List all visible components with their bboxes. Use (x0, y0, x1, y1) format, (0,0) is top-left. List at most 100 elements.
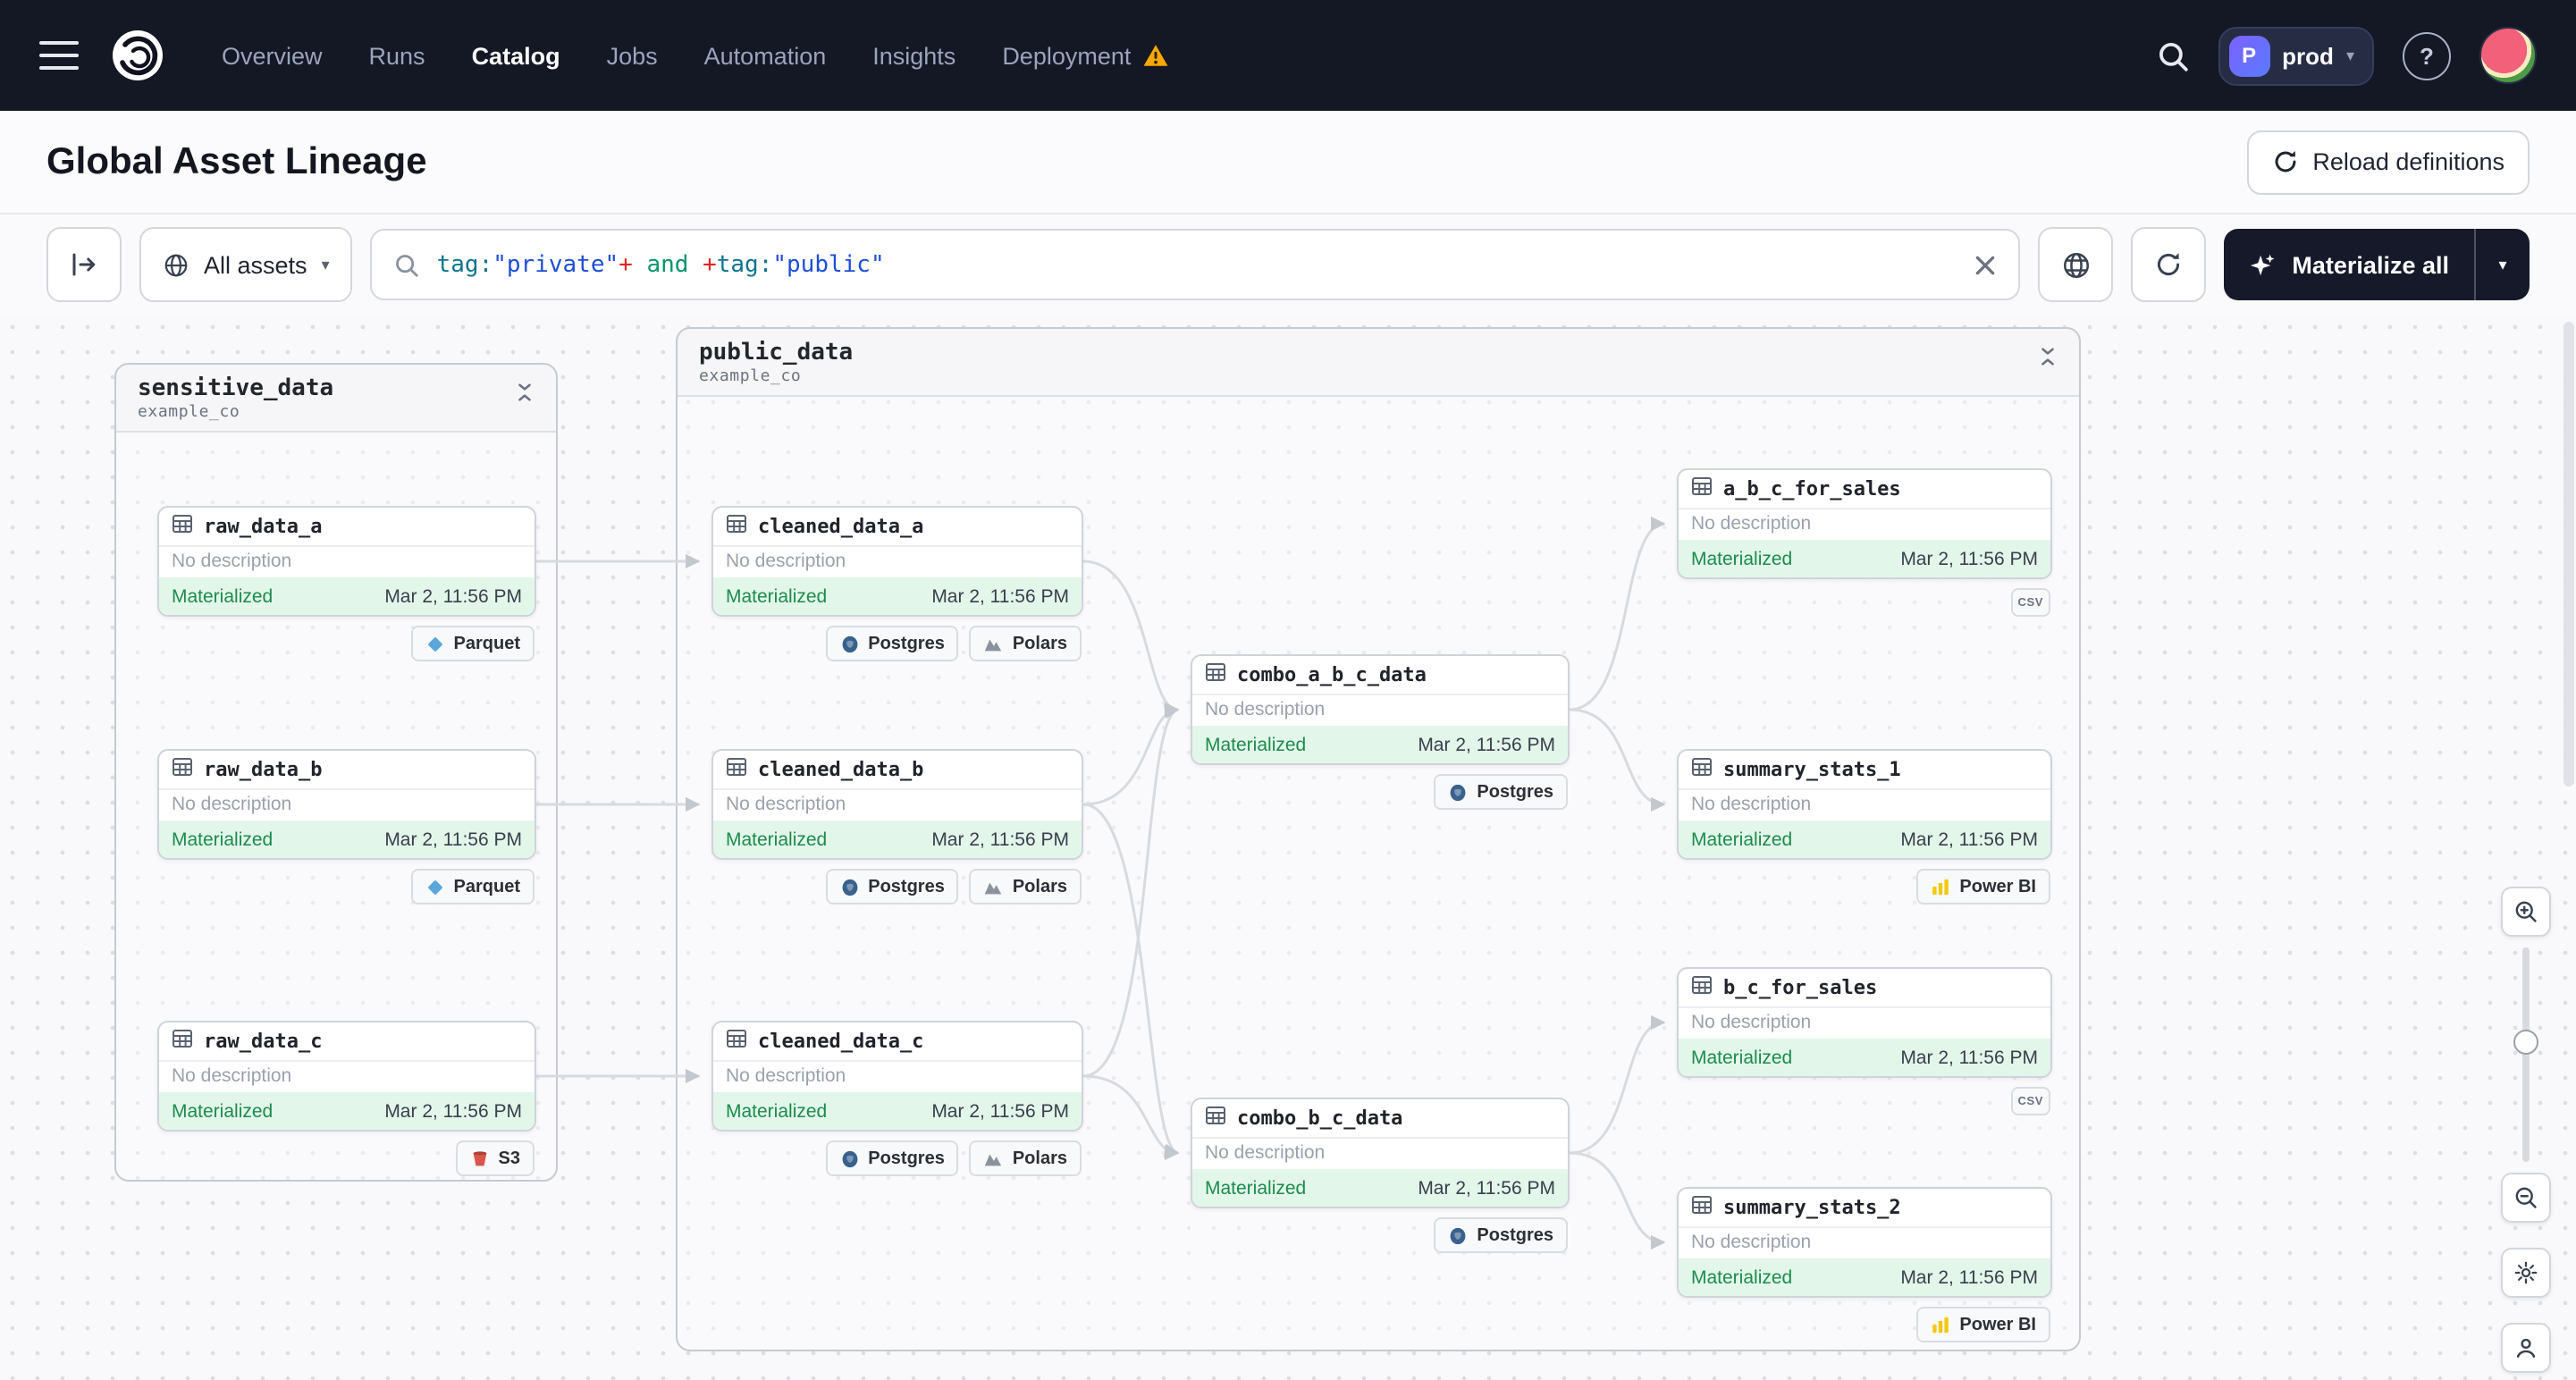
scrollbar-thumb[interactable] (2563, 322, 2574, 787)
kind-badge-polars[interactable]: Polars (969, 869, 1082, 905)
asset-node-combo-a-b-c-data[interactable]: combo_a_b_c_data No description Material… (1191, 654, 1570, 810)
asset-status-row: Materialized Mar 2, 11:56 PM (1679, 1039, 2050, 1076)
asset-name: cleaned_data_c (758, 1030, 924, 1053)
asset-status-row: Materialized Mar 2, 11:56 PM (713, 820, 1082, 858)
status-label: Materialized (1691, 1266, 1793, 1288)
kind-badge-postgres[interactable]: Postgres (825, 626, 959, 661)
zoom-slider[interactable] (2503, 947, 2549, 1162)
zoom-out-button[interactable] (2501, 1173, 2551, 1223)
status-label: Materialized (1205, 734, 1307, 755)
asset-status-row: Materialized Mar 2, 11:56 PM (1679, 540, 2050, 577)
asset-description: No description (1691, 1232, 1812, 1253)
status-label: Materialized (172, 829, 274, 850)
kind-badge-parquet[interactable]: Parquet (410, 626, 535, 661)
refresh-button[interactable] (2131, 227, 2207, 302)
postgres-icon (1450, 1226, 1466, 1244)
query-token: "private" (492, 251, 619, 278)
asset-description: No description (172, 794, 292, 815)
asset-node-a-b-c-for-sales[interactable]: a_b_c_for_sales No description Materiali… (1677, 468, 2052, 617)
nav-item-jobs[interactable]: Jobs (607, 42, 658, 69)
kind-badge-label: Postgres (1477, 1225, 1553, 1245)
table-icon (1691, 1191, 1713, 1224)
asset-selection-query[interactable]: tag:"private"+ and +tag:"public" (437, 251, 1958, 278)
hamburger-menu-icon[interactable] (39, 41, 79, 70)
kind-badge-postgres[interactable]: Postgres (1434, 1217, 1568, 1253)
asset-status-row: Materialized Mar 2, 11:56 PM (159, 577, 535, 615)
kind-badge-s3[interactable]: S3 (455, 1140, 535, 1176)
status-timestamp: Mar 2, 11:56 PM (1900, 1047, 2038, 1068)
asset-node-b-c-for-sales[interactable]: b_c_for_sales No description Materialize… (1677, 967, 2052, 1115)
asset-description: No description (172, 551, 292, 572)
kind-badge-polars[interactable]: Polars (969, 626, 1082, 661)
kind-badge-label: S3 (498, 1149, 520, 1168)
asset-selection-input[interactable]: tag:"private"+ and +tag:"public" (370, 229, 2021, 300)
asset-node-combo-b-c-data[interactable]: combo_b_c_data No description Materializ… (1191, 1098, 1570, 1253)
asset-name: combo_b_c_data (1237, 1107, 1403, 1130)
nav-item-catalog[interactable]: Catalog (472, 42, 560, 69)
refresh-icon (2158, 253, 2180, 276)
kind-badge-csv[interactable]: csv (2010, 1087, 2050, 1115)
chevron-down-icon: ▾ (321, 255, 330, 273)
kind-badge-postgres[interactable]: Postgres (825, 1140, 959, 1176)
table-icon (1691, 972, 1713, 1004)
asset-node-cleaned-data-b[interactable]: cleaned_data_b No description Materializ… (711, 749, 1083, 905)
lineage-toolbar: All assets ▾ tag:"private"+ and +tag:"pu… (0, 215, 2576, 315)
lineage-canvas[interactable]: sensitive_data example_co public_data ex… (0, 315, 2576, 1380)
kind-badge-postgres[interactable]: Postgres (825, 869, 959, 905)
kind-badge-label: Postgres (868, 634, 945, 653)
nav-item-insights[interactable]: Insights (872, 42, 955, 69)
asset-node-summary-stats-1[interactable]: summary_stats_1 No description Materiali… (1677, 749, 2052, 905)
powerbi-icon (1932, 878, 1949, 895)
nav-item-runs[interactable]: Runs (369, 42, 425, 69)
materialize-options-button[interactable]: ▾ (2474, 229, 2530, 300)
kind-badge-powerbi[interactable]: Power BI (1916, 869, 2050, 905)
status-timestamp: Mar 2, 11:56 PM (384, 585, 522, 607)
asset-name: raw_data_a (204, 515, 323, 538)
user-avatar[interactable] (2479, 27, 2537, 84)
person-icon (2516, 1338, 2536, 1359)
kind-badge-label: Power BI (1959, 877, 2036, 896)
status-label: Materialized (1691, 829, 1793, 850)
kind-badge-parquet[interactable]: Parquet (410, 869, 535, 905)
graph-view-button[interactable] (2038, 227, 2114, 302)
materialize-all-button[interactable]: Materialize all (2224, 229, 2474, 300)
reload-definitions-button[interactable]: Reload definitions (2246, 130, 2530, 194)
user-feedback-button[interactable] (2501, 1323, 2551, 1373)
asset-node-cleaned-data-c[interactable]: cleaned_data_c No description Materializ… (711, 1021, 1083, 1176)
kind-badge-csv[interactable]: csv (2010, 588, 2050, 617)
zoom-slider-knob[interactable] (2513, 1030, 2538, 1055)
query-token: + (619, 251, 633, 278)
asset-node-raw-data-c[interactable]: raw_data_c No description Materialized Ma… (157, 1021, 536, 1176)
kind-badge-powerbi[interactable]: Power BI (1916, 1307, 2050, 1342)
asset-name: b_c_for_sales (1723, 976, 1878, 999)
open-sidebar-button[interactable] (46, 227, 122, 302)
asset-node-raw-data-b[interactable]: raw_data_b No description Materialized Ma… (157, 749, 536, 905)
canvas-scrollbar[interactable] (2563, 322, 2574, 1373)
asset-node-cleaned-data-a[interactable]: cleaned_data_a No description Materializ… (711, 506, 1083, 661)
kind-badge-postgres[interactable]: Postgres (1434, 774, 1568, 810)
postgres-icon (841, 1149, 857, 1167)
reload-icon (2274, 151, 2295, 172)
search-icon[interactable] (2155, 38, 2189, 72)
zoom-in-button[interactable] (2501, 887, 2551, 937)
deployment-switcher[interactable]: P prod ▾ (2218, 26, 2374, 85)
top-navbar: Overview Runs Catalog Jobs Automation In… (0, 0, 2576, 111)
asset-node-raw-data-a[interactable]: raw_data_a No description Materialized Ma… (157, 506, 536, 661)
help-button[interactable]: ? (2403, 31, 2451, 80)
asset-scope-dropdown[interactable]: All assets ▾ (139, 227, 353, 302)
asset-name: summary_stats_1 (1723, 758, 1901, 781)
nav-item-overview[interactable]: Overview (222, 42, 323, 69)
settings-button[interactable] (2501, 1248, 2551, 1298)
nav-item-deployment[interactable]: Deployment (1002, 42, 1168, 69)
nav-item-automation[interactable]: Automation (704, 42, 827, 69)
asset-status-row: Materialized Mar 2, 11:56 PM (1679, 820, 2050, 858)
zoom-slider-track[interactable] (2522, 947, 2530, 1162)
kind-badge-polars[interactable]: Polars (969, 1140, 1082, 1176)
clear-query-button[interactable] (1974, 253, 1997, 276)
table-icon (1205, 1102, 1226, 1134)
asset-node-summary-stats-2[interactable]: summary_stats_2 No description Materiali… (1677, 1187, 2052, 1342)
dagster-logo-icon[interactable] (111, 29, 164, 82)
table-icon (1691, 473, 1713, 505)
globe-icon (164, 253, 188, 276)
polars-icon (985, 638, 1003, 651)
